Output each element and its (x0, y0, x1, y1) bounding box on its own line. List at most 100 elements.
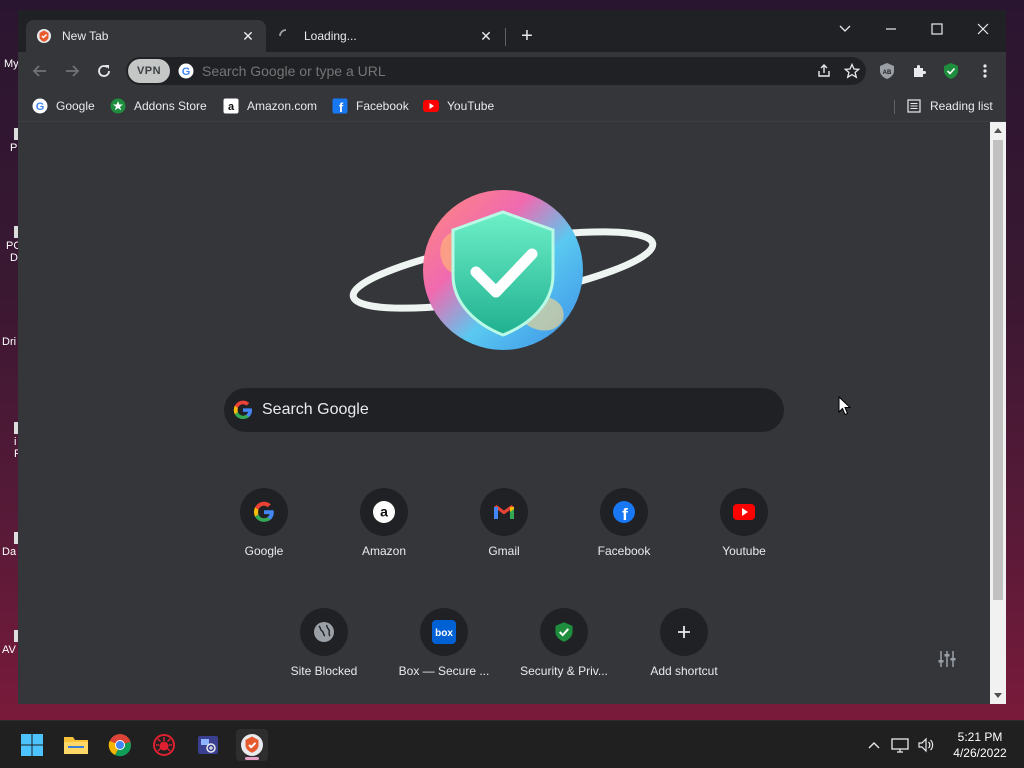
tab-search-button[interactable] (822, 14, 868, 44)
menu-button[interactable] (974, 60, 996, 82)
vpn-button[interactable]: VPN (128, 59, 170, 83)
bookmark-label: Amazon.com (247, 99, 318, 113)
star-icon (844, 63, 860, 79)
bookmark-star-button[interactable] (838, 57, 866, 85)
close-window-button[interactable] (960, 14, 1006, 44)
scroll-thumb[interactable] (993, 140, 1003, 600)
back-button[interactable] (28, 59, 52, 83)
desktop-icon[interactable]: My (0, 58, 20, 70)
desktop-icon-label: D (10, 252, 18, 264)
shortcut-icon-circle (300, 608, 348, 656)
desktop-icon-label: Da (2, 546, 17, 558)
adblock-extension-button[interactable]: AB (876, 60, 898, 82)
minimize-button[interactable] (868, 14, 914, 44)
vpn-label: VPN (136, 65, 162, 77)
shortcut-facebook[interactable]: f Facebook (576, 488, 672, 592)
sliders-icon (938, 651, 956, 667)
volume-button[interactable] (916, 735, 936, 755)
remote-desktop-button[interactable] (192, 729, 224, 761)
extensions-button[interactable] (908, 60, 930, 82)
google-icon (253, 501, 274, 522)
google-icon (233, 400, 252, 419)
reading-list-button[interactable]: Reading list (906, 95, 993, 117)
desktop-icon[interactable]: P (0, 128, 20, 154)
security-extension-button[interactable] (940, 60, 962, 82)
show-hidden-icons-button[interactable] (864, 735, 884, 755)
amazon-icon: a (373, 501, 395, 523)
shortcut-label: Facebook (597, 544, 651, 558)
close-icon[interactable]: ✕ (240, 28, 256, 44)
bookmark-addons-store[interactable]: Addons Store (110, 95, 207, 117)
taskbar-clock[interactable]: 5:21 PM 4/26/2022 (942, 729, 1018, 761)
maximize-button[interactable] (914, 14, 960, 44)
bookmark-label: Google (56, 99, 95, 113)
shortcut-label: Gmail (488, 544, 520, 558)
svg-text:f: f (622, 505, 628, 524)
bookmark-amazon[interactable]: a Amazon.com (223, 95, 317, 117)
desktop-icon[interactable]: AV (0, 630, 20, 656)
file-explorer-button[interactable] (60, 729, 92, 761)
reload-button[interactable] (92, 59, 116, 83)
scroll-down-arrow-icon[interactable] (994, 693, 1002, 698)
bookmarks-bar: G Google Addons Store a Amazon.com f Fac… (18, 90, 1006, 122)
shortcut-site-blocked[interactable]: Site Blocked (276, 608, 372, 704)
customize-button[interactable] (936, 648, 958, 670)
omnibox[interactable]: VPN G (126, 57, 866, 85)
shortcut-youtube[interactable]: Youtube (696, 488, 792, 592)
add-shortcut-button[interactable]: Add shortcut (636, 608, 732, 704)
security-app-button[interactable] (148, 729, 180, 761)
bug-shield-icon (153, 734, 175, 756)
remote-desktop-icon (198, 736, 218, 754)
shortcut-icon-circle: f (600, 488, 648, 536)
plus-icon (678, 626, 690, 638)
shortcut-security-privacy[interactable]: Security & Priv... (516, 608, 612, 704)
svg-text:box: box (435, 628, 453, 639)
bookmark-google[interactable]: G Google (32, 95, 95, 117)
chrome-button[interactable] (104, 729, 136, 761)
amazon-icon: a (223, 98, 239, 114)
google-icon: G (32, 98, 48, 114)
desktop-icon[interactable]: PC D (0, 226, 20, 264)
forward-button[interactable] (60, 59, 84, 83)
bookmark-facebook[interactable]: f Facebook (332, 95, 409, 117)
more-vertical-icon (983, 64, 987, 78)
page-scrollbar[interactable] (990, 122, 1006, 704)
taskbar: 5:21 PM 4/26/2022 (0, 720, 1024, 768)
adblock-shield-icon: AB (880, 63, 894, 79)
desktop-icon-label: AV (2, 644, 16, 656)
tab-title: New Tab (62, 29, 109, 43)
bookmark-youtube[interactable]: YouTube (423, 95, 494, 117)
shortcut-label: Google (244, 544, 284, 558)
desktop-icon[interactable]: Da (0, 532, 20, 558)
tab-new-tab[interactable]: New Tab ✕ (26, 20, 266, 52)
svg-text:G: G (36, 101, 45, 113)
close-icon[interactable]: ✕ (478, 28, 494, 44)
network-button[interactable] (890, 735, 910, 755)
address-input[interactable] (202, 63, 810, 79)
shortcut-google[interactable]: Google (216, 488, 312, 592)
security-planet-illustration-icon (349, 190, 657, 350)
maximize-icon (931, 23, 943, 35)
share-button[interactable] (810, 57, 838, 85)
shortcut-icon-circle (240, 488, 288, 536)
shortcut-gmail[interactable]: Gmail (456, 488, 552, 592)
secure-browser-button[interactable] (236, 729, 268, 761)
desktop-icon-label: P (10, 142, 18, 154)
shortcut-box[interactable]: box Box — Secure ... (396, 608, 492, 704)
browser-window: New Tab ✕ Loading... ✕ + VPN G Search Go… (18, 10, 1006, 704)
shortcut-amazon[interactable]: a Amazon (336, 488, 432, 592)
desktop-icon[interactable]: iF (0, 422, 20, 460)
browser-logo-icon (37, 29, 51, 43)
box-icon: box (432, 620, 456, 644)
speaker-icon (918, 737, 934, 753)
start-button[interactable] (16, 729, 48, 761)
reload-icon (98, 65, 110, 77)
new-tab-button[interactable]: + (516, 25, 538, 47)
ntp-search-box[interactable]: Search Google (224, 388, 784, 432)
clock-date: 4/26/2022 (953, 746, 1007, 760)
youtube-icon (423, 98, 439, 114)
desktop-icon[interactable]: Dri (0, 336, 20, 348)
scroll-up-arrow-icon[interactable] (994, 128, 1002, 133)
svg-text:f: f (339, 100, 344, 114)
tab-loading[interactable]: Loading... ✕ (268, 20, 504, 52)
